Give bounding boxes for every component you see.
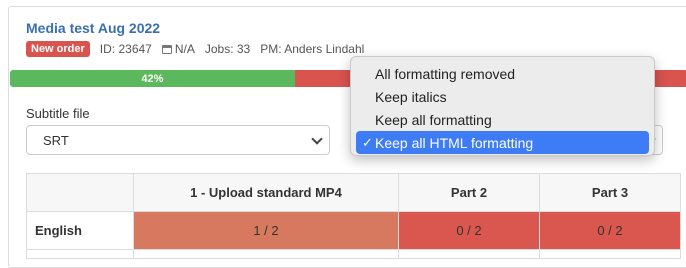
table-row: English 1 / 2 0 / 2 0 / 2 <box>26 211 681 250</box>
menu-item-label: Keep all formatting <box>375 111 492 128</box>
formatting-dropdown-menu: All formatting removed Keep italics Keep… <box>350 56 655 156</box>
menu-item-label: Keep italics <box>375 88 447 105</box>
project-date-value: N/A <box>174 42 195 56</box>
table-cell <box>539 249 681 259</box>
project-meta: New order ID: 23647 N/A Jobs: 33 PM: And… <box>26 40 364 58</box>
menu-item-keep-all-formatting[interactable]: Keep all formatting <box>356 108 649 131</box>
job-cell-part2[interactable]: 0 / 2 <box>398 211 540 250</box>
checkmark-icon: ✓ <box>362 135 373 150</box>
table-header-row: 1 - Upload standard MP4 Part 2 Part 3 <box>26 173 681 212</box>
menu-item-label: Keep all HTML formatting <box>375 134 534 151</box>
chevron-down-icon <box>311 133 323 145</box>
menu-item-keep-all-html-formatting[interactable]: ✓ Keep all HTML formatting <box>356 131 649 154</box>
menu-item-all-formatting-removed[interactable]: All formatting removed <box>356 62 649 85</box>
project-jobs: Jobs: 33 <box>204 42 251 56</box>
table-cell <box>133 249 399 259</box>
job-cell-part1[interactable]: 1 / 2 <box>133 211 399 250</box>
calendar-icon <box>161 44 172 54</box>
project-pm: PM: Anders Lindahl <box>260 42 365 56</box>
table-cell <box>26 249 134 259</box>
table-row <box>26 249 681 259</box>
subtitle-file-label: Subtitle file <box>26 106 90 121</box>
project-date: N/A <box>161 42 195 56</box>
status-badge: New order <box>26 41 90 57</box>
table-header-lang <box>26 173 134 212</box>
project-title[interactable]: Media test Aug 2022 <box>26 20 160 36</box>
subtitle-file-value: SRT <box>43 132 69 148</box>
job-cell-part3[interactable]: 0 / 2 <box>539 211 681 250</box>
jobs-table-wrap: 1 - Upload standard MP4 Part 2 Part 3 En… <box>26 173 686 259</box>
subtitle-file-select[interactable]: SRT <box>26 125 330 155</box>
table-header-part2: Part 2 <box>398 173 540 212</box>
table-header-part1: 1 - Upload standard MP4 <box>133 173 399 212</box>
table-header-part3: Part 3 <box>539 173 681 212</box>
progress-fill: 42% <box>10 70 295 87</box>
menu-item-keep-italics[interactable]: Keep italics <box>356 85 649 108</box>
jobs-table: 1 - Upload standard MP4 Part 2 Part 3 En… <box>26 173 681 259</box>
menu-item-label: All formatting removed <box>375 65 516 82</box>
project-id: ID: 23647 <box>99 42 152 56</box>
row-language: English <box>26 211 134 250</box>
table-cell <box>398 249 540 259</box>
progress-label: 42% <box>141 72 164 85</box>
